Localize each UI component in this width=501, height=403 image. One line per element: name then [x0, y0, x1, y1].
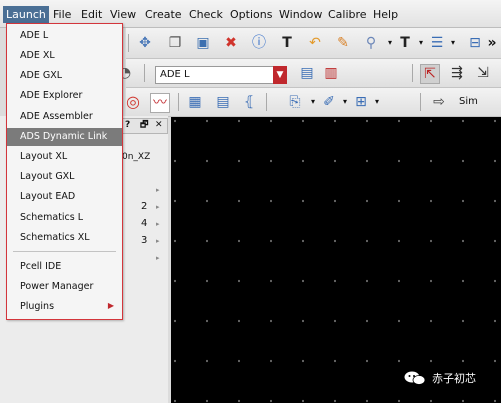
- toolbar-row-3: ◎ 〰 ▦ ▤ ⦃ ⎘ ▾ ✐ ▾ ⊞ ▾ ⇨ Sim: [126, 88, 501, 117]
- move-icon[interactable]: ✥: [136, 34, 154, 52]
- panel-row-number: 3: [141, 235, 148, 246]
- menu-item-ade-gxl[interactable]: ADE GXL: [7, 67, 122, 85]
- toolbar-separator: [144, 64, 145, 82]
- menu-separator: [13, 251, 116, 252]
- waveform-icon[interactable]: 〰: [150, 93, 170, 113]
- launch-ade-icon[interactable]: ▤: [298, 64, 316, 82]
- annotate-icon[interactable]: ⇲: [474, 64, 492, 82]
- copy-icon[interactable]: ❐: [166, 34, 184, 52]
- menu-item-ade-assembler[interactable]: ADE Assembler: [7, 108, 122, 126]
- menu-edit[interactable]: Edit: [81, 8, 102, 21]
- wechat-icon: [404, 371, 426, 385]
- chevron-down-icon[interactable]: ▾: [368, 93, 386, 111]
- ade-select[interactable]: ADE L ▼: [155, 66, 287, 84]
- menu-item-plugins[interactable]: Plugins ▶: [7, 298, 122, 316]
- close-icon[interactable]: ✕: [155, 119, 163, 132]
- toolbar-separator: [420, 93, 421, 111]
- netlist-icon[interactable]: ⇶: [448, 64, 466, 82]
- toolbar-separator: [178, 93, 179, 111]
- menu-item-power-manager[interactable]: Power Manager: [7, 278, 122, 296]
- menu-item-layout-ead[interactable]: Layout EAD: [7, 188, 122, 206]
- toolbar-separator: [266, 93, 267, 111]
- chevron-down-icon[interactable]: ▼: [273, 66, 287, 84]
- redo-icon[interactable]: ✎: [334, 34, 352, 52]
- submenu-arrow-icon: ▶: [107, 301, 114, 310]
- layout-canvas[interactable]: [171, 117, 501, 403]
- probe-icon[interactable]: ⇱: [420, 64, 440, 84]
- menu-window[interactable]: Window: [279, 8, 322, 21]
- expand-arrow-icon[interactable]: ▸: [156, 186, 160, 194]
- menu-item-pcell-ide[interactable]: Pcell IDE: [7, 258, 122, 276]
- menu-item-ads-dynamic-link[interactable]: ADS Dynamic Link: [7, 128, 122, 146]
- calculator-icon[interactable]: ▦: [186, 93, 204, 111]
- menu-item-schematics-xl[interactable]: Schematics XL: [7, 229, 122, 247]
- menu-item-layout-gxl[interactable]: Layout GXL: [7, 168, 122, 186]
- results-icon[interactable]: ▤: [214, 93, 232, 111]
- help-icon[interactable]: ?: [125, 119, 130, 132]
- menu-launch[interactable]: Launch: [3, 6, 49, 23]
- sim-label[interactable]: Sim: [459, 96, 478, 107]
- expand-arrow-icon[interactable]: ▸: [156, 220, 160, 228]
- ade-select-value: ADE L: [160, 69, 190, 80]
- stretch-icon[interactable]: ▣: [194, 34, 212, 52]
- toolbar-separator: [412, 64, 413, 82]
- bracket-icon[interactable]: ⦃: [240, 93, 258, 111]
- delete-icon[interactable]: ✖: [222, 34, 240, 52]
- expand-arrow-icon[interactable]: ▸: [156, 237, 160, 245]
- menu-view[interactable]: View: [110, 8, 136, 21]
- panel-header: ? 🗗 ✕: [118, 118, 168, 134]
- menu-create[interactable]: Create: [145, 8, 182, 21]
- menu-check[interactable]: Check: [189, 8, 223, 21]
- chevron-down-icon[interactable]: ▾: [444, 34, 462, 52]
- menu-item-ade-xl[interactable]: ADE XL: [7, 47, 122, 65]
- search-icon[interactable]: ⚲: [362, 34, 380, 52]
- expand-arrow-icon[interactable]: ▸: [156, 203, 160, 211]
- watermark-text: 赤子初芯: [432, 372, 476, 385]
- simulate-icon[interactable]: ⇨: [430, 93, 448, 111]
- info-icon[interactable]: ⓘ: [250, 34, 268, 52]
- menu-item-layout-xl[interactable]: Layout XL: [7, 148, 122, 166]
- menu-item-schematics-l[interactable]: Schematics L: [7, 209, 122, 227]
- menu-help[interactable]: Help: [373, 8, 398, 21]
- check-icon[interactable]: ⎘: [286, 93, 304, 111]
- property-icon[interactable]: T: [278, 34, 296, 52]
- launch-menu: ADE L ADE XL ADE GXL ADE Explorer ADE As…: [6, 23, 123, 320]
- toolbar-separator: [128, 34, 129, 52]
- float-icon[interactable]: 🗗: [140, 119, 148, 132]
- more-icon[interactable]: »: [483, 34, 501, 52]
- menu-options[interactable]: Options: [230, 8, 272, 21]
- undo-icon[interactable]: ↶: [306, 34, 324, 52]
- stop-icon[interactable]: ◎: [124, 93, 142, 111]
- panel-column-header: 0n_XZ: [122, 152, 151, 162]
- panel-row-number: 4: [141, 218, 148, 229]
- menu-item-ade-l[interactable]: ADE L: [7, 27, 122, 45]
- watermark: 赤子初芯: [404, 370, 476, 386]
- group-icon[interactable]: ⊟: [466, 34, 484, 52]
- expand-arrow-icon[interactable]: ▸: [156, 254, 160, 262]
- menu-item-ade-explorer[interactable]: ADE Explorer: [7, 87, 122, 105]
- toolbar-row-1: ✥ ❐ ▣ ✖ ⓘ T ↶ ✎ ⚲ ▾ T ▾ ☰ ▾ ⊟ »: [126, 28, 501, 59]
- menu-calibre[interactable]: Calibre: [328, 8, 367, 21]
- menu-file[interactable]: File: [53, 8, 71, 21]
- simulation-icon[interactable]: ▥: [322, 64, 340, 82]
- panel-row-number: 2: [141, 201, 148, 212]
